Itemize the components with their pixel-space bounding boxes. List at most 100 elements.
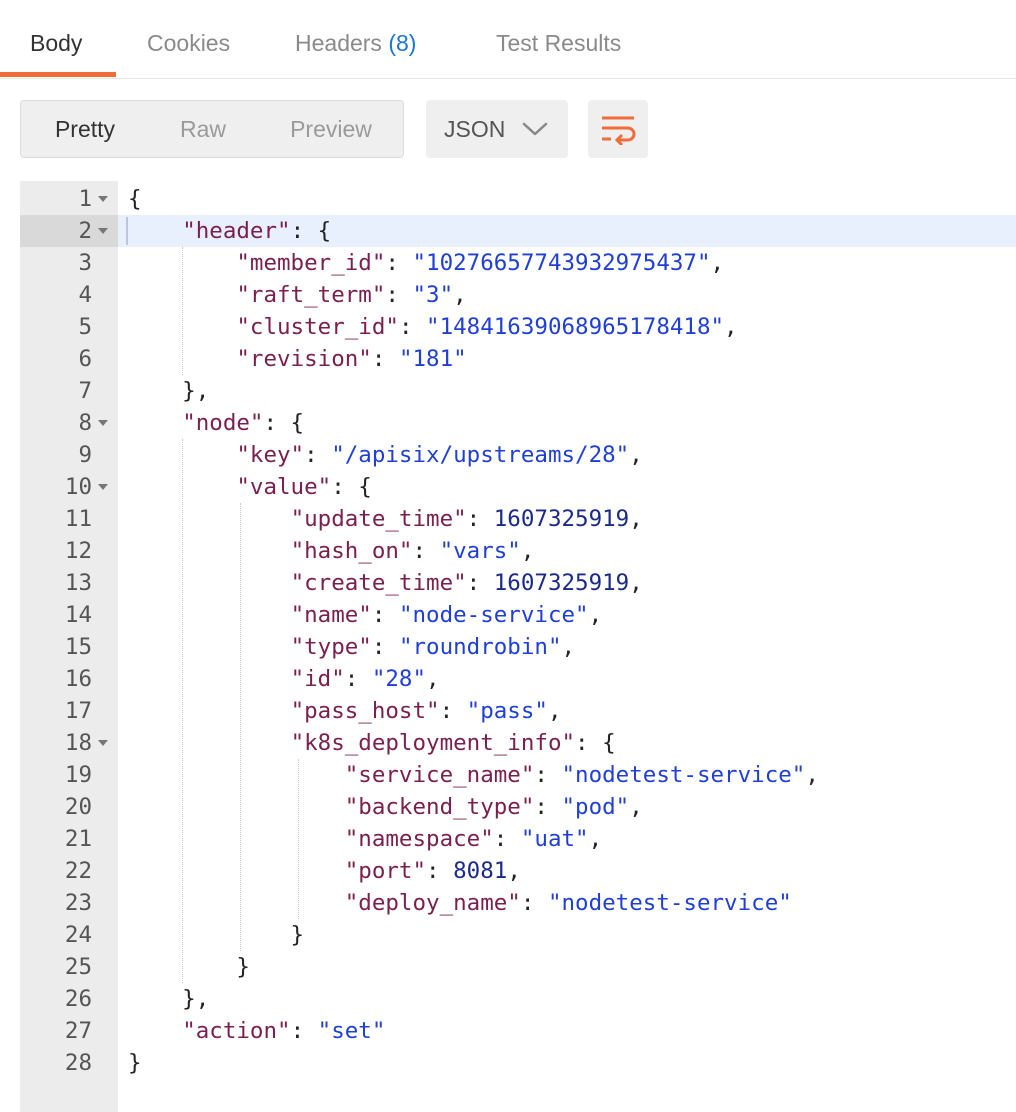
code-line[interactable]: 20 "backend_type": "pod", (20, 791, 1016, 823)
json-punct: , (710, 250, 725, 276)
json-string: "nodetest-service" (547, 890, 792, 916)
tab-test-results[interactable]: Test Results (496, 30, 621, 57)
json-punct: , (507, 858, 521, 884)
format-select[interactable]: JSON (426, 100, 568, 158)
code-line[interactable]: 16 "id": "28", (20, 663, 1016, 695)
code-line[interactable]: 15 "type": "roundrobin", (20, 631, 1016, 663)
fold-toggle-icon[interactable] (98, 740, 108, 746)
line-number: 28 (64, 1050, 92, 1076)
line-number: 13 (64, 570, 92, 596)
code-text: }, (128, 983, 209, 1015)
preview-button[interactable]: Preview (269, 101, 393, 157)
json-string: "node-service" (398, 602, 589, 628)
json-punct: , (520, 538, 535, 564)
line-number: 12 (64, 538, 92, 564)
code-text: "name": "node-service", (128, 599, 603, 631)
code-line[interactable]: 4 "raft_term": "3", (20, 279, 1016, 311)
json-punct (128, 794, 345, 820)
code-line[interactable]: 24 } (20, 919, 1016, 951)
json-string: "pass" (466, 698, 548, 724)
tab-headers[interactable]: Headers (8) (295, 30, 416, 57)
code-line[interactable]: 19 "service_name": "nodetest-service", (20, 759, 1016, 791)
tab-cookies[interactable]: Cookies (147, 30, 230, 57)
json-punct: : (466, 570, 494, 596)
json-key: "type" (290, 634, 372, 660)
json-punct: }, (128, 986, 210, 1012)
json-punct: : (520, 890, 548, 916)
json-string: "10276657743932975437" (412, 250, 711, 276)
json-punct (128, 730, 291, 756)
code-line[interactable]: 13 "create_time": 1607325919, (20, 567, 1016, 599)
fold-toggle-icon[interactable] (98, 484, 108, 490)
json-key: "id" (290, 666, 345, 692)
code-line[interactable]: 22 "port": 8081, (20, 855, 1016, 887)
json-key: "port" (344, 858, 427, 884)
json-punct: , (453, 282, 467, 308)
code-line[interactable]: 28} (20, 1047, 1016, 1079)
code-line[interactable]: 27 "action": "set" (20, 1015, 1016, 1047)
json-punct (128, 602, 291, 628)
code-line[interactable]: 8 "node": { (20, 407, 1016, 439)
line-number: 5 (78, 314, 92, 340)
code-text: "revision": "181" (128, 343, 466, 375)
json-punct: : { (290, 218, 332, 244)
code-line[interactable]: 2 "header": { (20, 215, 1016, 247)
json-string: "/apisix/upstreams/28" (331, 442, 630, 468)
code-line[interactable]: 6 "revision": "181" (20, 343, 1016, 375)
json-key: "k8s_deployment_info" (290, 730, 576, 756)
code-line[interactable]: 26 }, (20, 983, 1016, 1015)
line-number: 19 (64, 762, 92, 788)
json-punct: } (128, 1050, 142, 1076)
code-text: "node": { (128, 407, 304, 439)
json-key: "name" (290, 602, 372, 628)
code-line[interactable]: 21 "namespace": "uat", (20, 823, 1016, 855)
line-number: 26 (64, 986, 92, 1012)
raw-button[interactable]: Raw (159, 101, 247, 157)
code-line[interactable]: 18 "k8s_deployment_info": { (20, 727, 1016, 759)
json-punct: : { (263, 410, 305, 436)
json-punct: , (561, 634, 576, 660)
json-key: "key" (236, 442, 305, 468)
code-line[interactable]: 3 "member_id": "10276657743932975437", (20, 247, 1016, 279)
json-key: "create_time" (290, 570, 467, 596)
code-text: "member_id": "10276657743932975437", (128, 247, 724, 279)
line-number: 20 (64, 794, 92, 820)
code-line[interactable]: 9 "key": "/apisix/upstreams/28", (20, 439, 1016, 471)
fold-toggle-icon[interactable] (98, 420, 108, 426)
line-number: 21 (64, 826, 92, 852)
tab-body[interactable]: Body (30, 30, 82, 57)
json-punct: : (412, 538, 440, 564)
code-line[interactable]: 25 } (20, 951, 1016, 983)
json-key: "action" (182, 1018, 291, 1044)
pretty-button[interactable]: Pretty (21, 101, 149, 157)
fold-toggle-icon[interactable] (98, 196, 108, 202)
json-key: "revision" (236, 346, 372, 372)
line-number: 17 (64, 698, 92, 724)
json-punct: : (344, 666, 372, 692)
code-line[interactable]: 5 "cluster_id": "14841639068965178418", (20, 311, 1016, 343)
code-line[interactable]: 1{ (20, 183, 1016, 215)
json-punct: : { (331, 474, 372, 500)
json-punct (128, 666, 291, 692)
json-key: "backend_type" (344, 794, 535, 820)
json-punct (128, 634, 291, 660)
line-number: 4 (78, 282, 92, 308)
response-body-editor[interactable]: 1{2 "header": {3 "member_id": "102766577… (20, 181, 1016, 1112)
code-line[interactable]: 12 "hash_on": "vars", (20, 535, 1016, 567)
code-line[interactable]: 17 "pass_host": "pass", (20, 695, 1016, 727)
indent-guide (240, 503, 241, 951)
code-line[interactable]: 7 }, (20, 375, 1016, 407)
json-key: "node" (182, 410, 264, 436)
code-line[interactable]: 11 "update_time": 1607325919, (20, 503, 1016, 535)
json-punct: , (588, 602, 603, 628)
code-text: "cluster_id": "14841639068965178418", (128, 311, 737, 343)
json-punct: }, (128, 378, 210, 404)
format-select-value: JSON (444, 116, 506, 142)
code-line[interactable]: 23 "deploy_name": "nodetest-service" (20, 887, 1016, 919)
fold-toggle-icon[interactable] (98, 228, 108, 234)
wrap-lines-icon (602, 116, 636, 145)
code-line[interactable]: 10 "value": { (20, 471, 1016, 503)
code-line[interactable]: 14 "name": "node-service", (20, 599, 1016, 631)
wrap-lines-button[interactable] (588, 100, 648, 158)
json-punct: } (128, 922, 305, 948)
